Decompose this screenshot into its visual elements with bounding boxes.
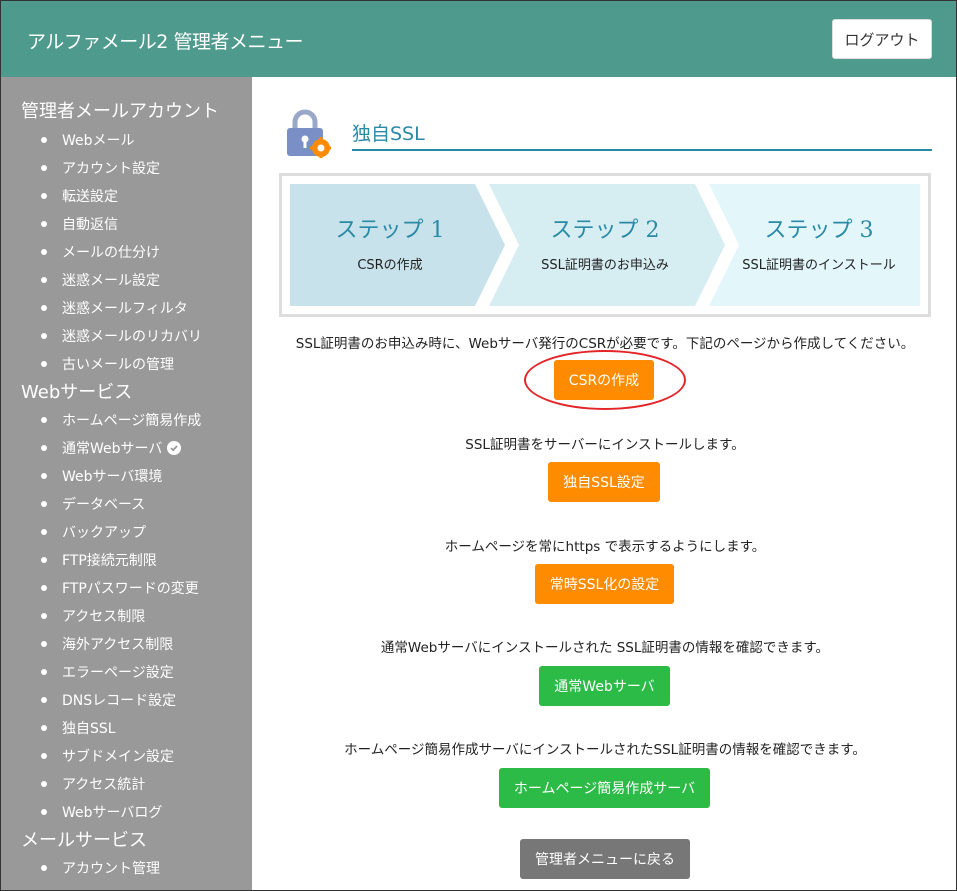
step-3-sub: SSL証明書のインストール	[742, 258, 896, 273]
sidebar: 管理者メールアカウント Webメール アカウント設定 転送設定 自動返信 メール…	[1, 77, 252, 890]
sidebar-item-mail-sorting[interactable]: メールの仕分け	[41, 242, 160, 262]
sidebar-item-auto-reply[interactable]: 自動返信	[41, 214, 118, 234]
step-1-shape	[290, 184, 505, 306]
ssl-install-message: SSL証明書をサーバーにインストールします。	[465, 437, 745, 453]
bullet-icon	[41, 697, 47, 703]
bullet-icon	[41, 865, 47, 871]
steps-panel: ステップ 1 CSRの作成 ステップ 2 SSL証明書のお申込み ステップ 3 …	[279, 173, 931, 317]
bullet-icon	[41, 417, 47, 423]
web-server-ssl-message: 通常Webサーバにインストールされた SSL証明書の情報を確認できます。	[380, 640, 830, 656]
sidebar-item-easy-homepage[interactable]: ホームページ簡易作成	[41, 410, 201, 430]
sidebar-section-mail-service: メールサービス	[21, 830, 147, 851]
app-title: アルファメール2 管理者メニュー	[27, 31, 303, 53]
bullet-icon	[41, 193, 47, 199]
sidebar-item-ftp-limit[interactable]: FTP接続元制限	[41, 550, 157, 570]
sidebar-item-access-stats[interactable]: アクセス統計	[41, 774, 145, 794]
step-2-label: ステップ 2	[550, 218, 660, 243]
sidebar-item-database[interactable]: データベース	[41, 494, 145, 514]
always-ssl-button[interactable]: 常時SSL化の設定	[535, 564, 674, 604]
main-content: 独自SSL ステップ 1 CSRの作成 ステップ 2 SSL証明書のお申込み ス…	[252, 77, 956, 890]
highlight-circle	[524, 350, 686, 410]
sidebar-item-spam-recovery[interactable]: 迷惑メールのリカバリ	[41, 326, 202, 346]
always-ssl-message: ホームページを常にhttps で表示するようにします。	[444, 539, 766, 555]
sidebar-item-subdomain[interactable]: サブドメイン設定	[41, 746, 174, 766]
step-1-label: ステップ 1	[335, 218, 445, 243]
sidebar-section-admin-mail: 管理者メールアカウント	[21, 101, 219, 122]
bullet-icon	[41, 249, 47, 255]
app-window: アルファメール2 管理者メニュー ログアウト 管理者メールアカウント Webメー…	[0, 0, 957, 891]
bullet-icon	[41, 445, 47, 451]
bullet-icon	[41, 333, 47, 339]
step-1-sub: CSRの作成	[357, 258, 423, 273]
csr-message: SSL証明書のお申込み時に、Webサーバ発行のCSRが必要です。下記のページから…	[295, 336, 915, 352]
bullet-icon	[41, 725, 47, 731]
logout-button[interactable]: ログアウト	[832, 19, 932, 59]
sidebar-item-spam-settings[interactable]: 迷惑メール設定	[41, 270, 160, 290]
bullet-icon	[41, 221, 47, 227]
bullet-icon	[41, 781, 47, 787]
sidebar-item-old-mail[interactable]: 古いメールの管理	[41, 354, 174, 374]
easy-homepage-ssl-message: ホームページ簡易作成サーバにインストールされたSSL証明書の情報を確認できます。	[344, 742, 866, 758]
sidebar-item-account-settings[interactable]: アカウント設定	[41, 158, 160, 178]
bullet-icon	[41, 165, 47, 171]
sidebar-item-spam-filter[interactable]: 迷惑メールフィルタ	[41, 298, 188, 318]
bullet-icon	[41, 641, 47, 647]
sidebar-item-ftp-password[interactable]: FTPパスワードの変更	[41, 578, 199, 598]
sidebar-item-dns-record[interactable]: DNSレコード設定	[41, 690, 176, 710]
bullet-icon	[41, 277, 47, 283]
sidebar-item-access-limit[interactable]: アクセス制限	[41, 606, 145, 626]
lock-gear-icon	[283, 108, 332, 159]
bullet-icon	[41, 585, 47, 591]
sidebar-item-webmail[interactable]: Webメール	[41, 130, 135, 150]
step-3-label: ステップ 3	[764, 218, 874, 243]
bullet-icon	[41, 473, 47, 479]
sidebar-item-backup[interactable]: バックアップ	[41, 522, 146, 542]
page-title: 独自SSL	[352, 123, 425, 145]
title-underline	[352, 149, 932, 151]
sidebar-item-web-env[interactable]: Webサーバ環境	[41, 466, 162, 486]
header-bar: アルファメール2 管理者メニュー ログアウト	[1, 1, 956, 77]
bullet-icon	[41, 305, 47, 311]
sidebar-item-overseas-access[interactable]: 海外アクセス制限	[41, 634, 173, 654]
easy-homepage-server-button[interactable]: ホームページ簡易作成サーバ	[499, 768, 710, 808]
bullet-icon	[41, 809, 47, 815]
bullet-icon	[41, 557, 47, 563]
sidebar-item-web-log[interactable]: Webサーバログ	[41, 802, 162, 822]
steps-chevrons	[290, 184, 920, 306]
back-to-admin-menu-button[interactable]: 管理者メニューに戻る	[520, 839, 690, 879]
bullet-icon	[41, 529, 47, 535]
bullet-icon	[41, 137, 47, 143]
custom-ssl-settings-button[interactable]: 独自SSL設定	[548, 462, 660, 502]
sidebar-section-web-service: Webサービス	[21, 382, 133, 403]
sidebar-item-account-management[interactable]: アカウント管理	[41, 858, 160, 878]
web-server-button[interactable]: 通常Webサーバ	[539, 666, 670, 706]
step-2-shape	[489, 184, 725, 306]
step-3-shape	[709, 184, 920, 306]
check-circle-icon	[167, 441, 182, 455]
bullet-icon	[41, 753, 47, 759]
bullet-icon	[41, 613, 47, 619]
bullet-icon	[41, 669, 47, 675]
bullet-icon	[41, 361, 47, 367]
sidebar-item-error-page[interactable]: エラーページ設定	[41, 662, 174, 682]
sidebar-item-forwarding[interactable]: 転送設定	[41, 186, 118, 206]
sidebar-item-web-server[interactable]: 通常Webサーバ	[41, 438, 182, 458]
bullet-icon	[41, 501, 47, 507]
sidebar-item-custom-ssl[interactable]: 独自SSL	[41, 718, 116, 738]
step-2-sub: SSL証明書のお申込み	[541, 258, 669, 273]
